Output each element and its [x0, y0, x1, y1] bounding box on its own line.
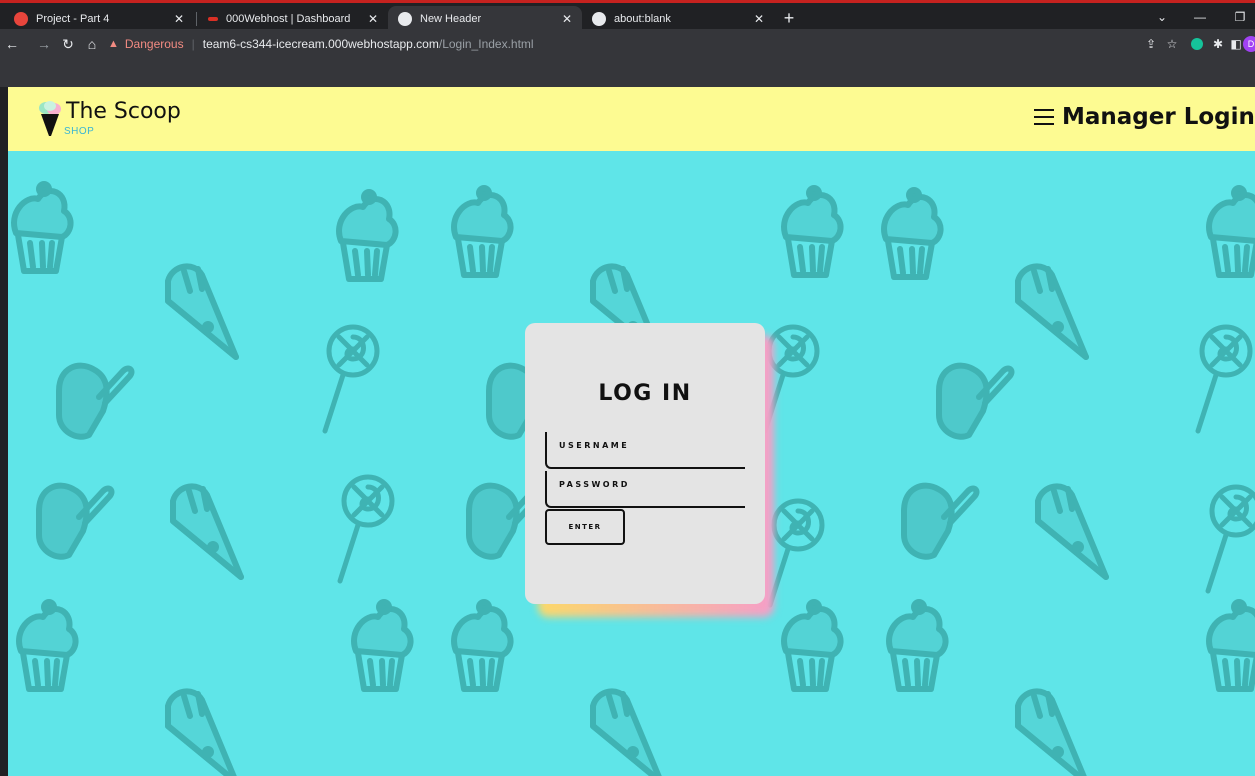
- ice-cream-logo-icon: [39, 101, 61, 136]
- cupcake-pattern-icon: [14, 184, 71, 271]
- url-separator: |: [191, 37, 195, 51]
- cone-pattern-icon: [173, 486, 241, 577]
- hamburger-menu-icon[interactable]: [1034, 109, 1054, 127]
- cupcake-pattern-icon: [454, 188, 511, 275]
- username-field-wrapper: [545, 432, 745, 469]
- popsicle-pattern-icon: [59, 366, 131, 437]
- cone-pattern-icon: [593, 691, 661, 776]
- grammarly-extension-icon[interactable]: [1189, 36, 1205, 52]
- login-title: LOG IN: [598, 381, 692, 406]
- webhost-favicon-icon: [208, 17, 218, 21]
- lollipop-pattern-icon: [1208, 487, 1255, 591]
- bookmark-bar: [0, 59, 1255, 87]
- lollipop-pattern-icon: [340, 477, 392, 581]
- browser-toolbar: ← → ↻ ⌂ ▲ Dangerous | team6-cs344-icecre…: [0, 29, 1255, 59]
- brand-name[interactable]: The Scoop: [66, 99, 181, 124]
- url-path: /Login_Index.html: [438, 37, 534, 51]
- cupcake-pattern-icon: [19, 602, 76, 689]
- popsicle-pattern-icon: [904, 486, 976, 557]
- password-input[interactable]: [547, 471, 745, 506]
- close-icon[interactable]: ✕: [754, 12, 764, 26]
- tab-title: Project - Part 4: [36, 13, 110, 25]
- address-bar[interactable]: ▲ Dangerous | team6-cs344-icecream.000we…: [108, 33, 1148, 55]
- username-input[interactable]: [547, 432, 745, 467]
- site-header: The Scoop SHOP Manager Login: [8, 87, 1255, 151]
- security-label: Dangerous: [124, 37, 184, 51]
- login-card: LOG IN ENTER: [525, 323, 765, 604]
- cone-pattern-icon: [1018, 691, 1086, 776]
- share-icon[interactable]: ⇪: [1143, 36, 1159, 52]
- close-icon[interactable]: ✕: [562, 12, 572, 26]
- cone-pattern-icon: [1018, 266, 1086, 357]
- cupcake-pattern-icon: [1209, 602, 1255, 689]
- tab-title: New Header: [420, 13, 482, 25]
- bookmark-star-icon[interactable]: ☆: [1164, 36, 1180, 52]
- side-panel-icon[interactable]: ◧: [1228, 36, 1244, 52]
- browser-tab-strip: Project - Part 4 ✕ 000Webhost | Dashboar…: [0, 0, 1255, 32]
- cupcake-pattern-icon: [784, 188, 841, 275]
- popsicle-pattern-icon: [39, 486, 111, 557]
- tab-search-chevron-icon[interactable]: ⌄: [1148, 7, 1176, 27]
- brand-subtitle: SHOP: [64, 126, 95, 137]
- cone-pattern-icon: [168, 266, 236, 357]
- cupcake-pattern-icon: [1209, 188, 1255, 275]
- lollipop-pattern-icon: [325, 327, 377, 431]
- lollipop-pattern-icon: [770, 501, 822, 605]
- tab-title: about:blank: [614, 13, 671, 25]
- forward-arrow-icon[interactable]: →: [34, 34, 54, 54]
- home-icon[interactable]: ⌂: [82, 34, 102, 54]
- warning-icon: ▲: [108, 38, 119, 50]
- close-icon[interactable]: ✕: [174, 12, 184, 26]
- cupcake-pattern-icon: [884, 190, 941, 277]
- tab-separator: [196, 12, 197, 26]
- popsicle-pattern-icon: [939, 366, 1011, 437]
- back-arrow-icon[interactable]: ←: [2, 34, 22, 54]
- reload-icon[interactable]: ↻: [58, 34, 78, 54]
- lollipop-pattern-icon: [1198, 327, 1250, 431]
- globe-icon: [398, 12, 412, 26]
- minimize-icon[interactable]: —: [1186, 7, 1214, 27]
- profile-avatar[interactable]: D: [1243, 36, 1255, 52]
- restore-icon[interactable]: ❐: [1226, 7, 1254, 27]
- cone-pattern-icon: [168, 691, 236, 776]
- cone-pattern-icon: [1038, 486, 1106, 577]
- globe-icon: [592, 12, 606, 26]
- cupcake-pattern-icon: [339, 192, 396, 279]
- close-icon[interactable]: ✕: [368, 12, 378, 26]
- project-favicon-icon: [14, 12, 28, 26]
- enter-button[interactable]: ENTER: [545, 509, 625, 545]
- extensions-puzzle-icon[interactable]: ✱: [1210, 36, 1226, 52]
- cupcake-pattern-icon: [354, 602, 411, 689]
- page-viewport: The Scoop SHOP Manager Login LOG IN USER…: [8, 87, 1255, 776]
- cupcake-pattern-icon: [784, 602, 841, 689]
- cupcake-pattern-icon: [454, 602, 511, 689]
- password-field-wrapper: [545, 471, 745, 508]
- cupcake-pattern-icon: [889, 602, 946, 689]
- tab-title: 000Webhost | Dashboard: [226, 13, 351, 25]
- url-host: team6-cs344-icecream.000webhostapp.com: [202, 37, 439, 51]
- manager-login-title[interactable]: Manager Login: [1062, 104, 1255, 130]
- new-tab-plus-icon[interactable]: +: [778, 7, 800, 29]
